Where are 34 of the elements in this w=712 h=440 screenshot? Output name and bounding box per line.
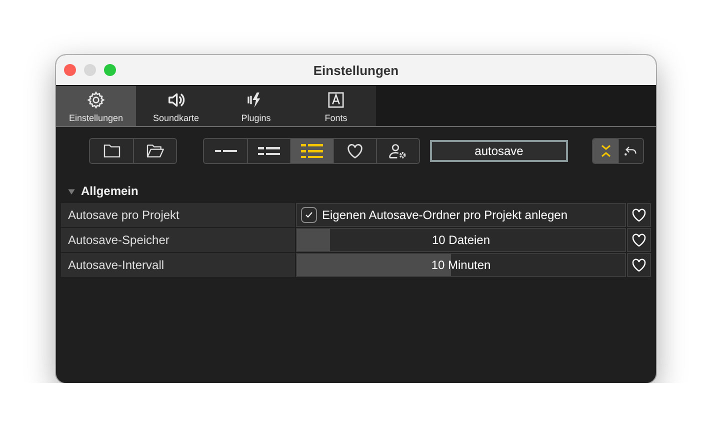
setting-label: Autosave-Intervall (61, 253, 295, 277)
user-settings-icon (388, 141, 408, 161)
disclosure-triangle[interactable] (67, 186, 76, 196)
favorite-button[interactable] (627, 203, 651, 227)
tab[interactable]: Fonts (296, 86, 376, 126)
heart-icon (630, 206, 648, 224)
settings-icon (86, 90, 106, 110)
view-button[interactable] (290, 139, 333, 163)
checkbox-label: Eigenen Autosave-Ordner pro Projekt anlegen (322, 208, 568, 222)
tab[interactable]: Soundkarte (136, 86, 216, 126)
favorite-button[interactable] (627, 253, 651, 277)
section-title: Allgemein (81, 184, 138, 198)
triangle-icon (67, 186, 76, 196)
single-line-icon (214, 150, 236, 152)
favorite-button[interactable] (627, 228, 651, 252)
list-icon (301, 144, 323, 158)
slider-value: 10 Minuten (431, 258, 491, 272)
tab[interactable]: Plugins (216, 86, 296, 126)
window-title: Einstellungen (313, 62, 399, 78)
heart-icon (630, 256, 648, 274)
setting-label: Autosave pro Projekt (61, 203, 295, 227)
double-line-icon (258, 146, 280, 156)
slider[interactable]: 10 Dateien (296, 228, 626, 252)
heart-icon (630, 231, 648, 249)
close-button[interactable] (64, 64, 76, 76)
heart-icon (345, 141, 365, 161)
collapse-button[interactable] (593, 139, 618, 163)
tab[interactable]: Einstellungen (56, 86, 136, 126)
slider-value: 10 Dateien (432, 233, 490, 247)
search-field[interactable]: autosave (430, 140, 568, 162)
font-icon (326, 90, 346, 110)
setting-label: Autosave-Speicher (61, 228, 295, 252)
checkbox[interactable] (301, 207, 317, 223)
slider[interactable]: 10 Minuten (296, 253, 626, 277)
